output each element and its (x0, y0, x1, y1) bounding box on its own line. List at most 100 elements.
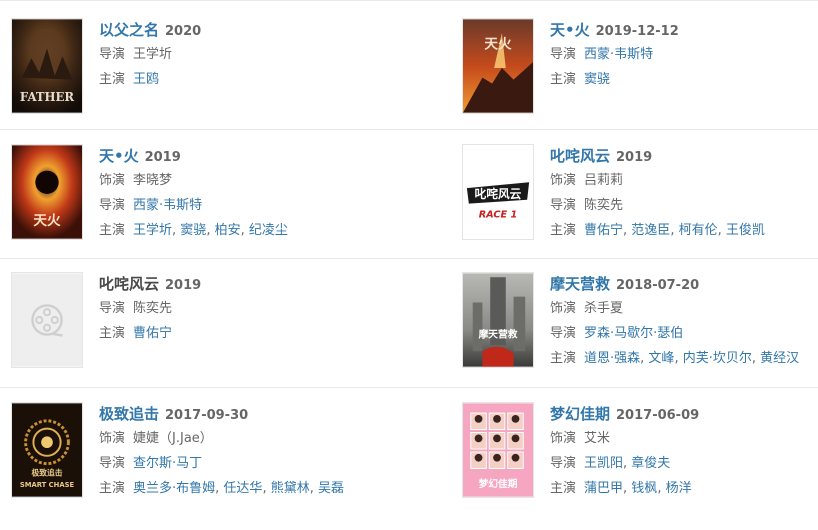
director-row: 导演 王学圻 (99, 43, 201, 67)
cast-label: 主演 (99, 223, 126, 238)
director-row: 导演 西蒙·韦斯特 (99, 194, 288, 218)
cast-name-link[interactable]: 奥兰多·布鲁姆 (133, 481, 215, 496)
cast-label: 主演 (550, 481, 577, 496)
cast-name-link[interactable]: 杨洋 (666, 481, 692, 496)
title-row: 摩天营救 2018-07-20 (550, 272, 799, 296)
director-name[interactable]: 西蒙·韦斯特 (584, 47, 653, 62)
movie-title-link[interactable]: 天•火 (99, 147, 139, 165)
cast-label: 主演 (550, 351, 577, 366)
cast-name-link[interactable]: 纪凌尘 (249, 223, 288, 238)
movie-title-link[interactable]: 摩天营救 (550, 275, 610, 293)
movie-title-link[interactable]: 以父之名 (99, 21, 159, 39)
movie-card: 天火 天•火 2019-12-12 导演 西蒙·韦斯特主演 窦骁 (462, 18, 812, 146)
movie-poster[interactable]: FATHER (11, 18, 83, 114)
cast-name-link[interactable]: 王学圻 (133, 223, 172, 238)
movie-year: 2019 (616, 150, 653, 165)
cast-row: 主演 蒲巴甲, 钱枫, 杨洋 (550, 477, 699, 501)
movie-poster[interactable]: 天火 (11, 144, 83, 240)
movie-info: 天•火 2019-12-12 导演 西蒙·韦斯特主演 窦骁 (550, 18, 679, 92)
movie-poster[interactable]: 叱咤风云 RACE 1 (462, 144, 534, 240)
role-label: 饰演 (550, 173, 577, 188)
cast-name-link[interactable]: 王鸥 (133, 72, 159, 87)
cast-name-link[interactable]: 柯有伦 (679, 223, 718, 238)
director-label: 导演 (99, 198, 126, 213)
poster-title: FATHER (20, 90, 75, 104)
role-label: 饰演 (550, 301, 577, 316)
movie-title-link[interactable]: 叱咤风云 (550, 147, 610, 165)
cast-name-link[interactable]: 范逸臣 (631, 223, 670, 238)
director-label: 导演 (99, 301, 126, 316)
movie-title-link[interactable]: 梦幻佳期 (550, 405, 610, 423)
separator: , (309, 481, 318, 496)
movie-info: 摩天营救 2018-07-20 饰演 杀手夏导演 罗森·马歇尔·瑟伯 主演 道恩·强森, 文… (550, 272, 799, 371)
movie-poster[interactable]: 天火 (462, 18, 534, 114)
movie-year: 2019-12-12 (595, 24, 679, 39)
movie-year: 2019 (165, 278, 202, 293)
director-label: 导演 (99, 47, 126, 62)
movie-title-link[interactable]: 极致追击 (99, 405, 159, 423)
role-name: 婕婕（J.Jae） (133, 431, 213, 446)
cast-name-link[interactable]: 内芙·坎贝尔 (683, 351, 752, 366)
poster-title: 叱咤风云 (475, 187, 522, 201)
director-label: 导演 (550, 47, 577, 62)
cast-row: 主演 曹佑宁, 范逸臣, 柯有伦, 王俊凯 (550, 219, 765, 243)
director-row: 导演 查尔斯·马丁 (99, 452, 344, 476)
cast-row: 主演 窦骁 (550, 68, 679, 92)
movie-card: 叱咤风云 RACE 1 叱咤风云 2019 饰演 吕莉莉 导演 陈奕先 主演 曹佑宁, 范逸臣… (462, 144, 812, 272)
director-name[interactable]: 王凯阳 (584, 456, 623, 471)
cast-name-link[interactable]: 黄经汉 (760, 351, 799, 366)
cast-name-link[interactable]: 文峰 (648, 351, 674, 366)
movie-poster[interactable]: 梦幻佳期 (462, 402, 534, 498)
movie-title-link: 叱咤风云 (99, 275, 160, 293)
movie-poster[interactable]: 摩天营救 (462, 272, 534, 368)
role-row: 饰演 李晓梦 (99, 169, 288, 193)
cast-name-link[interactable]: 熊黛林 (271, 481, 310, 496)
cast-name-link[interactable]: 道恩·强森 (584, 351, 640, 366)
separator: , (240, 223, 249, 238)
role-label: 饰演 (99, 173, 126, 188)
cast-name-link[interactable]: 曹佑宁 (133, 326, 172, 341)
separator: , (717, 223, 726, 238)
movie-info: 以父之名 2020 导演 王学圻 主演 王鸥 (99, 18, 201, 92)
director-label: 导演 (550, 326, 577, 341)
cast-name-link[interactable]: 曹佑宁 (584, 223, 623, 238)
director-row: 导演 陈奕先 (550, 194, 765, 218)
movie-info: 叱咤风云 2019 饰演 吕莉莉 导演 陈奕先 主演 曹佑宁, 范逸臣, 柯有伦, 王俊凯 (550, 144, 765, 243)
cast-row: 主演 王学圻, 窦骁, 柏安, 纪凌尘 (99, 219, 288, 243)
director-name[interactable]: 西蒙·韦斯特 (133, 198, 202, 213)
cast-name-link[interactable]: 钱枫 (631, 481, 657, 496)
movie-year: 2020 (165, 24, 202, 39)
movie-year: 2017-09-30 (165, 408, 249, 423)
role-label: 饰演 (550, 431, 577, 446)
director-name: 王学圻 (133, 47, 173, 62)
role-row: 饰演 婕婕（J.Jae） (99, 427, 344, 451)
cast-name-link[interactable]: 窦骁 (180, 223, 206, 238)
poster-title: 极致追击 (31, 467, 62, 477)
cast-name-link[interactable]: 王俊凯 (726, 223, 765, 238)
title-row: 叱咤风云 2019 (550, 144, 765, 168)
cast-name-link[interactable]: 柏安 (215, 223, 241, 238)
director-name[interactable]: 章俊夫 (631, 456, 670, 471)
title-row: 以父之名 2020 (99, 18, 201, 42)
cast-label: 主演 (550, 223, 577, 238)
director-row: 导演 陈奕先 (99, 297, 201, 321)
director-name[interactable]: 罗森·马歇尔·瑟伯 (584, 326, 683, 341)
poster-title: 梦幻佳期 (479, 477, 518, 490)
role-row: 饰演 杀手夏 (550, 297, 799, 321)
separator: , (657, 481, 666, 496)
director-name[interactable]: 查尔斯·马丁 (133, 456, 202, 471)
role-name: 艾米 (584, 431, 611, 446)
movie-title-link[interactable]: 天•火 (550, 21, 590, 39)
cast-name-link[interactable]: 蒲巴甲 (584, 481, 623, 496)
role-label: 饰演 (99, 431, 126, 446)
poster-title: 天火 (484, 37, 512, 53)
movie-poster[interactable] (11, 272, 83, 368)
separator: , (751, 351, 761, 366)
movie-info: 天•火 2019 饰演 李晓梦 导演 西蒙·韦斯特 主演 王学圻, 窦骁, 柏安, 纪凌尘 (99, 144, 288, 243)
title-row: 天•火 2019-12-12 (550, 18, 679, 42)
cast-name-link[interactable]: 窦骁 (584, 72, 610, 87)
cast-row: 主演 奥兰多·布鲁姆, 任达华, 熊黛林, 吴磊 (99, 477, 344, 501)
cast-name-link[interactable]: 吴磊 (318, 481, 344, 496)
cast-name-link[interactable]: 任达华 (223, 481, 262, 496)
movie-poster[interactable]: 极致追击 SMART CHASE (11, 402, 83, 498)
